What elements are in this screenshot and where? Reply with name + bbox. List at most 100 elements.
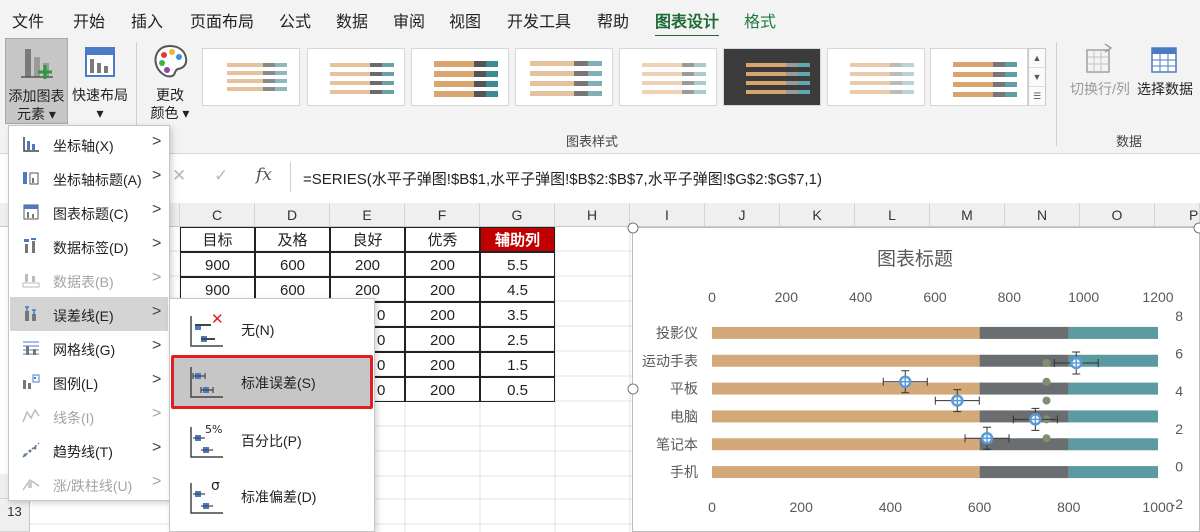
tab-home[interactable]: 开始: [73, 8, 105, 32]
gallery-down-icon[interactable]: ▼: [1029, 68, 1045, 87]
add-chart-element-icon: [20, 49, 53, 79]
table-header-target[interactable]: 目标: [180, 227, 255, 252]
table-header-good[interactable]: 良好: [330, 227, 405, 252]
percentage-option[interactable]: 5% 百分比(P): [171, 413, 373, 467]
column-header-f[interactable]: F: [405, 203, 480, 227]
change-colors-button[interactable]: 更改 颜色 ▾: [146, 38, 194, 124]
menu-item-data-table[interactable]: 数据表(B) >: [10, 263, 168, 297]
gallery-scroll[interactable]: ▲ ▼ ☰: [1028, 48, 1046, 106]
tab-developer[interactable]: 开发工具: [507, 8, 571, 32]
table-cell[interactable]: 3.5: [480, 302, 555, 327]
tab-help[interactable]: 帮助: [597, 8, 629, 32]
menu-item-label: 坐标轴标题(A): [53, 172, 142, 188]
switch-row-column-button[interactable]: 切换行/列: [1068, 42, 1132, 102]
column-header-d[interactable]: D: [255, 203, 330, 227]
table-cell[interactable]: 2.5: [480, 327, 555, 352]
menu-item-lines[interactable]: 线条(I) >: [10, 399, 168, 433]
menu-item-axes[interactable]: 坐标轴(X) >: [10, 127, 168, 161]
table-cell[interactable]: 200: [405, 377, 480, 402]
tab-data[interactable]: 数据: [336, 8, 368, 32]
gallery-up-icon[interactable]: ▲: [1029, 49, 1045, 68]
tab-file[interactable]: 文件: [12, 8, 44, 32]
menu-item-gridlines[interactable]: 网格线(G) >: [10, 331, 168, 365]
menu-item-label: 趋势线(T): [53, 444, 113, 460]
table-cell[interactable]: 1.5: [480, 352, 555, 377]
gallery-more-icon[interactable]: ☰: [1029, 87, 1045, 106]
tab-review[interactable]: 审阅: [393, 8, 425, 32]
table-cell[interactable]: 200: [405, 327, 480, 352]
table-cell[interactable]: 0.5: [480, 377, 555, 402]
column-header-e[interactable]: E: [330, 203, 405, 227]
chart-style-2[interactable]: [307, 48, 405, 106]
menu-item-chart-title[interactable]: 图表标题(C) >: [10, 195, 168, 229]
switch-row-column-label: 切换行/列: [1070, 81, 1130, 97]
menu-item-up-down-bars[interactable]: 涨/跌柱线(U) >: [10, 467, 168, 501]
axes-icon: [23, 137, 39, 152]
menu-item-trendline[interactable]: 趋势线(T) >: [10, 433, 168, 467]
table-cell[interactable]: 900: [180, 252, 255, 277]
tab-insert[interactable]: 插入: [131, 8, 163, 32]
column-header-c[interactable]: C: [180, 203, 255, 227]
table-cell[interactable]: 200: [405, 252, 480, 277]
add-chart-element-button[interactable]: 添加图表 元素 ▾: [5, 38, 68, 124]
submenu-arrow-icon: >: [152, 201, 162, 218]
chart-style-8[interactable]: [930, 48, 1028, 106]
add-chart-element-line1: 添加图表: [8, 88, 65, 104]
standard-error-option[interactable]: 标准误差(S): [171, 355, 373, 409]
tab-format[interactable]: 格式: [744, 8, 776, 32]
menu-item-legend[interactable]: 图例(L) >: [10, 365, 168, 399]
percentage-icon: 5%: [190, 423, 223, 458]
table-cell[interactable]: 4.5: [480, 277, 555, 302]
table-cell[interactable]: 200: [330, 252, 405, 277]
table-cell[interactable]: 200: [405, 277, 480, 302]
table-cell[interactable]: 200: [405, 352, 480, 377]
tab-view[interactable]: 视图: [449, 8, 481, 32]
quick-layout-button[interactable]: 快速布局 ▾: [70, 38, 130, 124]
quick-layout-line1: 快速布局: [72, 87, 128, 103]
insert-function-icon[interactable]: fx: [256, 165, 272, 185]
trendline-icon: [22, 442, 40, 458]
no-error-bars-icon: ✕: [190, 310, 224, 347]
tab-formulas[interactable]: 公式: [279, 8, 311, 32]
enter-icon[interactable]: ✓: [214, 166, 228, 186]
error-bars-none-option[interactable]: ✕ 无(N): [171, 302, 373, 356]
change-colors-line1: 更改: [156, 87, 184, 103]
menu-item-data-labels[interactable]: 数据标签(D) >: [10, 229, 168, 263]
select-data-button[interactable]: 选择数据: [1136, 42, 1194, 102]
menu-item-axis-titles[interactable]: 坐标轴标题(A) >: [10, 161, 168, 195]
chart-style-3[interactable]: [411, 48, 509, 106]
tab-chart-design[interactable]: 图表设计: [655, 8, 720, 38]
table-header-helper[interactable]: 辅助列: [480, 227, 555, 252]
table-header-pass[interactable]: 及格: [255, 227, 330, 252]
submenu-arrow-icon: >: [152, 303, 162, 320]
chart-style-6[interactable]: [723, 48, 821, 106]
standard-deviation-option[interactable]: σ 标准偏差(D): [171, 469, 373, 523]
column-header-g[interactable]: G: [480, 203, 555, 227]
submenu-arrow-icon: >: [152, 439, 162, 456]
table-cell[interactable]: 600: [255, 252, 330, 277]
percentage-badge: 5%: [205, 423, 222, 436]
table-cell[interactable]: 5.5: [480, 252, 555, 277]
chart-style-1[interactable]: [202, 48, 300, 106]
menu-item-label: 网格线(G): [53, 342, 116, 358]
formula-input[interactable]: =SERIES(水平子弹图!$B$1,水平子弹图!$B$2:$B$7,水平子弹图…: [290, 162, 1200, 192]
add-chart-element-menu: 坐标轴(X) > 坐标轴标题(A) > 图表标题(C) > 数据标签(D) > …: [8, 125, 170, 501]
menu-item-error-bars[interactable]: 误差线(E) >: [10, 297, 168, 331]
submenu-arrow-icon: >: [152, 235, 162, 252]
cancel-icon[interactable]: ✕: [172, 166, 186, 186]
chart-style-5[interactable]: [619, 48, 717, 106]
add-chart-element-line2: 元素 ▾: [17, 106, 56, 122]
table-header-excellent[interactable]: 优秀: [405, 227, 480, 252]
menu-item-label: 线条(I): [53, 410, 95, 426]
data-labels-icon: [24, 238, 36, 253]
submenu-arrow-icon: >: [152, 133, 162, 150]
menu-item-label: 涨/跌柱线(U): [53, 478, 133, 494]
submenu-item-label: 百分比(P): [241, 433, 302, 449]
chart-style-7[interactable]: [827, 48, 925, 106]
bullet-chart[interactable]: 图表标题 投影仪 运动手表 平板 电脑 笔记本 手机 0 200 400 600 800 1000 0 2…: [627, 222, 1200, 532]
chart-style-thumbnail: [330, 63, 394, 94]
column-header-h[interactable]: H: [555, 203, 630, 227]
table-cell[interactable]: 200: [405, 302, 480, 327]
tab-page-layout[interactable]: 页面布局: [190, 8, 254, 32]
chart-style-4[interactable]: [515, 48, 613, 106]
